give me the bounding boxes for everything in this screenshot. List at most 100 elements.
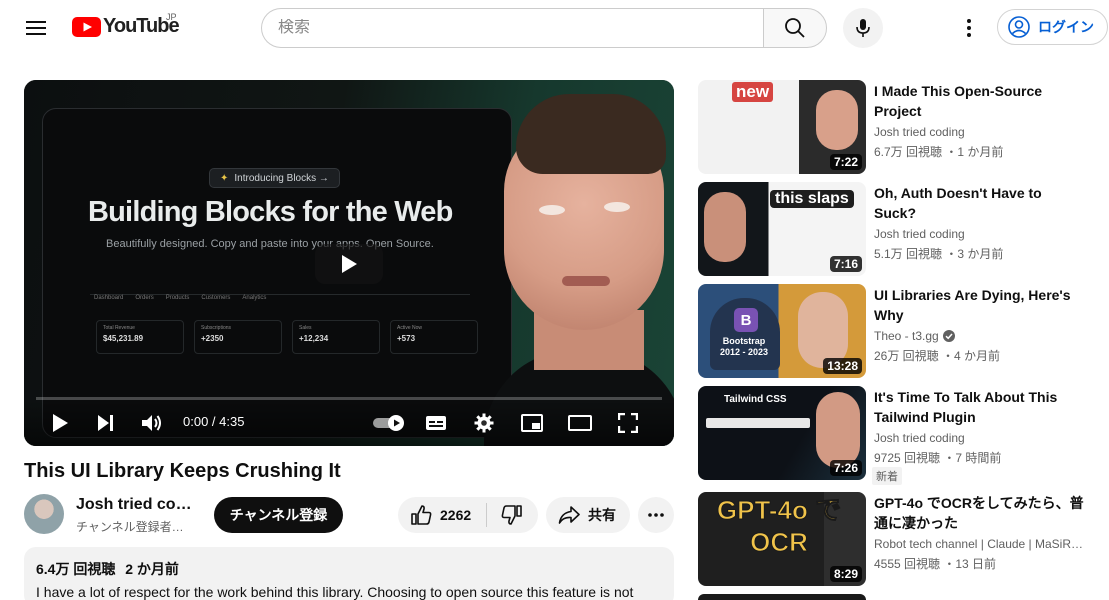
search-button[interactable] <box>763 8 827 48</box>
thumbnail-caption: this slaps <box>770 190 854 208</box>
thumbnail-stat-card: Subscriptions +2350 <box>194 320 282 354</box>
miniplayer-button[interactable] <box>516 408 548 438</box>
voice-search-button[interactable] <box>843 8 883 48</box>
settings-button[interactable] <box>468 408 500 438</box>
play-icon <box>342 255 357 273</box>
related-thumbnail <box>698 594 866 600</box>
volume-icon <box>142 415 161 431</box>
presenter-portrait <box>464 80 674 446</box>
vertical-dots-icon <box>967 19 971 37</box>
stat-value: +12,234 <box>299 334 329 343</box>
stat-label: Sales <box>299 325 312 331</box>
thumbnail-dashboard-nav: Dashboard Orders Products Customers Anal… <box>94 295 266 301</box>
related-thumbnail: new 7:22 <box>698 80 866 174</box>
video-player[interactable]: ✦ Introducing Blocks → Building Blocks f… <box>24 80 674 446</box>
search-input[interactable] <box>278 19 764 37</box>
fullscreen-button[interactable] <box>612 408 644 438</box>
theater-mode-icon <box>568 415 592 431</box>
share-icon <box>558 506 580 524</box>
channel-avatar[interactable] <box>24 494 64 534</box>
related-video[interactable]: B Bootstrap 2012 - 2023 13:28 UI Librari… <box>698 284 1098 378</box>
portrait-hair <box>516 94 666 174</box>
thumbnail-nav-item: Analytics <box>242 295 267 301</box>
thumbnail-portrait <box>798 292 848 368</box>
thumbnail-nav-item: Customers <box>201 295 231 301</box>
player-controls: 0:00 / 4:35 <box>24 400 674 446</box>
fullscreen-icon <box>618 413 638 433</box>
thumbnail-pill: ✦ Introducing Blocks → <box>209 168 340 188</box>
video-duration: 7:26 <box>829 460 862 476</box>
stat-label: Total Revenue <box>103 325 135 331</box>
thumbnail-portrait <box>816 392 860 468</box>
related-video[interactable]: Tailwind CSS 7:26 It's Time To Talk Abou… <box>698 386 1098 485</box>
youtube-logo[interactable]: YouTube <box>72 15 180 38</box>
thumbnail-caption: Bootstrap 2012 - 2023 <box>719 336 769 357</box>
related-channel: Robot tech channel | Claude | MaSiR… <box>874 537 1083 551</box>
account-icon <box>1008 16 1030 38</box>
dislike-button[interactable] <box>487 497 537 533</box>
large-play-button[interactable] <box>315 244 383 284</box>
thumbnail-caption: GPT-4o で OCR <box>716 495 842 558</box>
related-meta: 6.7万 回視聴 ・1 か月前 <box>874 145 1004 159</box>
search-box <box>261 8 764 48</box>
related-thumbnail: B Bootstrap 2012 - 2023 13:28 <box>698 284 866 378</box>
subscribe-button[interactable]: チャンネル登録 <box>214 497 343 533</box>
related-video[interactable] <box>698 594 1098 600</box>
youtube-play-icon <box>72 16 101 37</box>
region-code: JP <box>166 12 177 22</box>
related-title: GPT-4o でOCRをしてみたら、普通に凄かった <box>874 495 1084 531</box>
gear-icon <box>474 413 494 433</box>
related-channel-name: Josh tried coding <box>874 125 965 139</box>
microphone-icon <box>856 19 870 37</box>
description-box[interactable]: 6.4万 回視聴 2 か月前 I have a lot of respect f… <box>24 547 674 600</box>
stat-value: +2350 <box>201 334 224 343</box>
share-button[interactable]: 共有 <box>546 497 630 533</box>
related-title: It's Time To Talk About This Tailwind Pl… <box>874 389 1058 425</box>
skip-next-icon <box>98 415 113 431</box>
related-video[interactable]: GPT-4o で OCR 8:29 GPT-4o でOCRをしてみたら、普通に凄… <box>698 492 1098 586</box>
portrait-eye <box>539 205 565 215</box>
thumbnail-stat-card: Total Revenue $45,231.89 <box>96 320 184 354</box>
subscriber-count: チャンネル登録者… <box>76 520 184 534</box>
more-actions-button[interactable] <box>638 497 674 533</box>
thumbnail-caption: Tailwind CSS <box>724 394 787 405</box>
channel-name[interactable]: Josh tried co… <box>76 496 192 514</box>
thumbnail-title: Building Blocks for the Web <box>88 196 453 228</box>
related-title: Oh, Auth Doesn't Have to Suck? <box>874 185 1042 221</box>
stat-value: +573 <box>397 334 416 343</box>
related-channel-name: Robot tech channel | Claude | MaSiR… <box>874 537 1084 551</box>
thumbnail-nav-item: Dashboard <box>94 295 124 301</box>
like-button[interactable]: 2262 <box>398 497 486 533</box>
view-count: 6.4万 回視聴 <box>36 561 116 577</box>
thumbnail-screen-panel <box>42 108 512 438</box>
settings-menu-button[interactable] <box>949 8 989 48</box>
related-video[interactable]: this slaps 7:16 Oh, Auth Doesn't Have to… <box>698 182 1098 276</box>
thumbnail-subtitle: Beautifully designed. Copy and paste int… <box>106 238 434 250</box>
menu-button[interactable] <box>16 8 56 48</box>
hamburger-icon <box>26 21 46 35</box>
related-video[interactable]: new 7:22 I Made This Open-Source Project… <box>698 80 1098 174</box>
related-thumbnail: Tailwind CSS 7:26 <box>698 386 866 480</box>
video-duration: 7:16 <box>829 256 862 272</box>
related-channel: Josh tried coding <box>874 227 965 241</box>
mute-button[interactable] <box>136 408 168 438</box>
related-meta: 9725 回視聴 ・7 時間前 <box>874 451 1002 465</box>
subtitles-button[interactable] <box>420 408 452 438</box>
next-button[interactable] <box>90 408 122 438</box>
thumbnail-caption: new <box>732 82 774 102</box>
thumbnail-nav-item: Products <box>165 295 190 301</box>
stat-label: Active Now <box>397 325 423 331</box>
new-badge: 新着 <box>872 467 902 485</box>
portrait-eye <box>604 202 630 212</box>
thumbnail-stat-card: Sales +12,234 <box>292 320 380 354</box>
related-channel-name: Josh tried coding <box>874 227 965 241</box>
time-display: 0:00 / 4:35 <box>183 414 245 429</box>
autoplay-toggle[interactable] <box>369 408 409 438</box>
theater-mode-button[interactable] <box>564 408 596 438</box>
related-thumbnail: GPT-4o で OCR 8:29 <box>698 492 866 586</box>
login-button[interactable]: ログイン <box>997 9 1108 45</box>
thumbnail-pill-text: Introducing Blocks → <box>234 172 329 184</box>
stat-label: Subscriptions <box>201 325 232 331</box>
play-button[interactable] <box>44 408 76 438</box>
thumbs-down-icon <box>501 505 522 525</box>
